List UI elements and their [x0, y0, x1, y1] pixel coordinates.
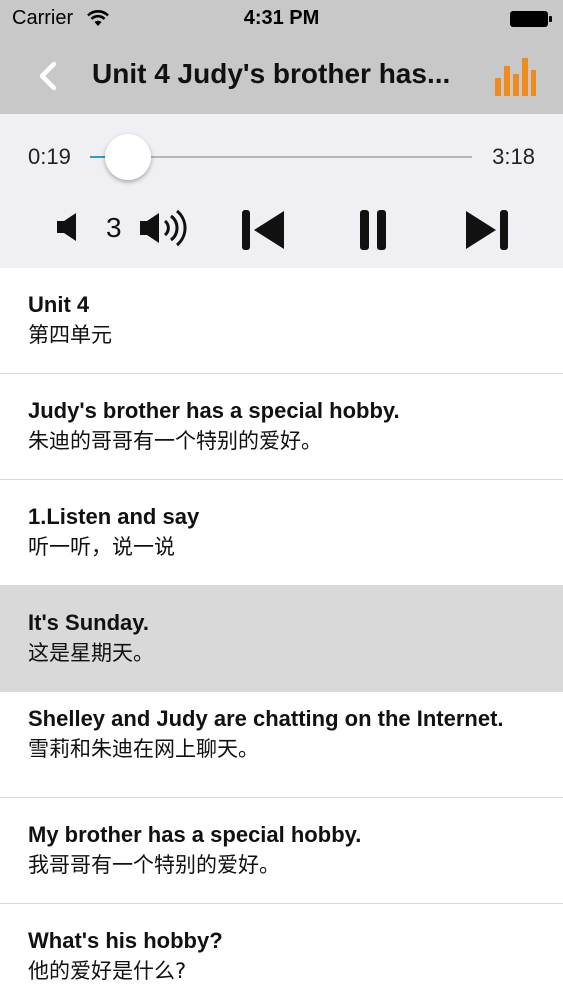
sentence-chinese: 我哥哥有一个特别的爱好。: [28, 853, 280, 877]
back-button[interactable]: [30, 56, 66, 96]
status-time: 4:31 PM: [243, 7, 320, 29]
sentence-chinese: 雪莉和朱迪在网上聊天。: [28, 737, 259, 761]
nav-bar: Unit 4 Judy's brother has...: [0, 38, 563, 114]
sentence-chinese: 他的爱好是什么?: [28, 959, 187, 983]
sentence-english: Judy's brother has a special hobby.: [28, 398, 400, 423]
list-item[interactable]: 1.Listen and say 听一听，说一说: [0, 480, 563, 586]
list-item[interactable]: My brother has a special hobby. 我哥哥有一个特别…: [0, 798, 563, 904]
list-item[interactable]: Shelley and Judy are chatting on the Int…: [0, 692, 563, 798]
sentence-list: Unit 4 第四单元 Judy's brother has a special…: [0, 268, 563, 1000]
sentence-english: It's Sunday.: [28, 610, 149, 635]
list-item[interactable]: What's his hobby? 他的爱好是什么?: [0, 904, 563, 1000]
equalizer-icon: [495, 58, 536, 96]
previous-track-icon[interactable]: [240, 208, 286, 252]
progress-slider[interactable]: [90, 134, 472, 180]
pause-icon[interactable]: [358, 208, 388, 252]
list-item[interactable]: Judy's brother has a special hobby. 朱迪的哥…: [0, 374, 563, 480]
volume-down-icon[interactable]: [54, 210, 84, 244]
total-time: 3:18: [492, 144, 535, 169]
volume-up-icon[interactable]: [138, 206, 192, 250]
list-item-active[interactable]: It's Sunday. 这是星期天。: [0, 586, 563, 692]
progress-thumb[interactable]: [105, 134, 152, 180]
equalizer-button[interactable]: [493, 54, 537, 98]
sentence-english: 1.Listen and say: [28, 504, 200, 529]
sentence-chinese: 这是星期天。: [28, 641, 154, 665]
battery-icon: [510, 11, 552, 27]
sentence-english: What's his hobby?: [28, 928, 223, 953]
chevron-left-icon: [39, 61, 57, 91]
sentence-english: Unit 4: [28, 292, 90, 317]
sentence-chinese: 听一听，说一说: [28, 535, 175, 559]
status-bar: Carrier 4:31 PM: [0, 0, 563, 38]
volume-level: 3: [106, 212, 122, 243]
sentence-chinese: 第四单元: [28, 323, 112, 347]
sentence-english: Shelley and Judy are chatting on the Int…: [28, 706, 504, 731]
sentence-english: My brother has a special hobby.: [28, 822, 362, 847]
list-item[interactable]: Unit 4 第四单元: [0, 268, 563, 374]
next-track-icon[interactable]: [464, 208, 510, 252]
audio-player: 0:19 3:18 3: [0, 114, 563, 268]
current-time: 0:19: [28, 144, 71, 169]
page-title: Unit 4 Judy's brother has...: [92, 58, 451, 89]
sentence-chinese: 朱迪的哥哥有一个特别的爱好。: [28, 429, 322, 453]
